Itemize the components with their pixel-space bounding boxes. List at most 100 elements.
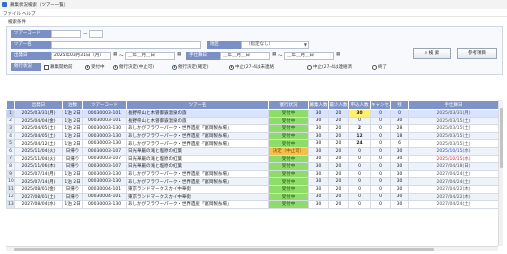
cell-waitlist: 0 xyxy=(370,116,391,126)
cell-due-date: 2025/10/15(水) xyxy=(408,146,499,156)
cell-waitlist: 0 xyxy=(370,184,391,194)
cell-tour-code: 00030003-101 xyxy=(82,109,127,118)
cell-minimum: 20 xyxy=(328,177,349,186)
cell-tour-name: 日光華厳の滝と塩原の紅葉 xyxy=(126,146,269,156)
table-row[interactable]: 11 2025/08/01(金) 日帰り 00030004-101 東京ランドマークスカ… xyxy=(6,184,499,194)
calendar-icon[interactable]: ▦ xyxy=(336,52,341,58)
cell-depart-date: 2025/11/04(火) xyxy=(14,154,63,164)
table-row[interactable]: 10 2025/07/14(月) 1泊 2日 00030003-130 あしかがフラワー… xyxy=(6,177,499,186)
menu-file[interactable]: ファイル xyxy=(3,11,21,17)
table-row[interactable]: 4 2025/04/05(土) 1泊 2日 00030003-130 あしかがフラワーパ… xyxy=(6,131,499,141)
cell-tour-name: あしかがフラワーパーク・世界遺産「富岡製糸場」 xyxy=(126,124,269,133)
cell-tour-name: 長野県山と木曽御嶽温泉の旅 xyxy=(126,116,269,126)
col-header-capacity[interactable]: 募集人数 xyxy=(308,100,329,110)
tour-code-input-2[interactable] xyxy=(89,30,103,38)
cell-capacity: 30 xyxy=(308,200,329,209)
status-option-radio[interactable] xyxy=(307,64,312,70)
depart-to-input[interactable]: ＿年＿月＿日 xyxy=(125,52,175,60)
scroll-thumb[interactable] xyxy=(500,108,503,168)
table-row[interactable]: 8 2025/11/06(木) 日帰り 00030003-107 日光華厳の滝と塩原の紅… xyxy=(6,162,499,171)
cell-remaining: 30 xyxy=(390,154,409,164)
cell-applied: 0 xyxy=(348,116,371,126)
col-header-status[interactable]: 催行状況 xyxy=(268,100,309,110)
table-row[interactable]: 1 2025/03/31(月) 1泊 2日 00030003-101 長野県山と木曽御嶽… xyxy=(6,109,499,118)
status-option-radio[interactable] xyxy=(372,64,377,70)
col-header-minimum[interactable]: 最少人数 xyxy=(328,100,349,110)
cell-tour-code: 00030003-130 xyxy=(82,131,127,141)
search-button-label: 検 索 xyxy=(428,51,440,56)
tour-name-input[interactable] xyxy=(51,41,201,49)
scroll-thumb[interactable] xyxy=(14,248,434,251)
status-option-radio[interactable] xyxy=(113,64,118,70)
status-option-label: 催行決定(確定) xyxy=(178,65,209,70)
cell-tour-name: あしかがフラワーパーク・世界遺産「富岡製糸場」 xyxy=(126,131,269,141)
cell-applied: 0 xyxy=(348,177,371,186)
cell-tour-code: 00030003-130 xyxy=(82,177,127,186)
table-row[interactable]: 2 2025/04/04(金) 1泊 2日 00030003-101 長野県山と木曽御嶽… xyxy=(6,116,499,126)
status-label: 催行状況 xyxy=(11,63,41,71)
cell-applied: 0 xyxy=(348,154,371,164)
table-row[interactable]: 3 2025/04/05(土) 1泊 2日 00030003-130 あしかがフラワーパ… xyxy=(6,124,499,133)
tour-name-label: ツアー名 xyxy=(11,41,51,49)
cell-remaining: 30 xyxy=(390,162,409,171)
status-option-radio[interactable] xyxy=(172,64,177,70)
table-row[interactable]: 13 2027/08/04(水) 1泊 2日 00030003-130 あしかがフラワー… xyxy=(6,200,499,209)
col-header-rownum[interactable] xyxy=(6,100,15,110)
app-icon xyxy=(2,2,7,7)
status-option-label: 終了 xyxy=(378,65,387,70)
tour-code-label: ツアーコード xyxy=(11,30,51,38)
status-option-checkbox[interactable] xyxy=(44,64,49,70)
cell-minimum: 20 xyxy=(328,162,349,171)
region-select[interactable]: （指定なし） ▼ xyxy=(241,41,309,49)
due-from-input[interactable]: ＿年＿月＿日 xyxy=(220,52,270,60)
menu-bar: ファイル ヘルプ xyxy=(0,9,507,17)
cell-nights: 日帰り xyxy=(62,184,83,194)
calendar-icon[interactable]: ▦ xyxy=(113,52,118,58)
row-number: 2 xyxy=(6,116,15,126)
reference-button[interactable]: 参考項目 xyxy=(457,48,497,59)
cell-minimum: 20 xyxy=(328,200,349,209)
menu-help[interactable]: ヘルプ xyxy=(22,11,36,17)
col-header-tour-name[interactable]: ツアー名 xyxy=(126,100,269,110)
cell-capacity: 30 xyxy=(308,169,329,179)
col-header-waitlist[interactable]: キャンセル待ち xyxy=(370,100,391,110)
table-row[interactable]: 6 2025/11/04(火) 日帰り 00030003-107 日光華厳の滝と塩原の紅… xyxy=(6,146,499,156)
cell-remaining: 28 xyxy=(390,124,409,133)
col-header-nights[interactable]: 泊数 xyxy=(62,100,83,110)
search-button[interactable]: ⌕ 検 索 xyxy=(413,48,451,59)
calendar-icon[interactable]: ▦ xyxy=(177,52,182,58)
cell-depart-date: 2027/08/04(水) xyxy=(14,200,63,209)
col-header-due-date[interactable]: 手仕舞日 xyxy=(408,100,499,110)
cell-minimum: 20 xyxy=(328,139,349,148)
cell-status: 受付中 xyxy=(268,154,309,164)
tour-code-input-1[interactable] xyxy=(51,30,81,38)
col-header-depart-date[interactable]: 出発日 xyxy=(14,100,63,110)
table-row[interactable]: 5 2025/04/12(土) 1泊 2日 00030003-130 あしかがフラワーパ… xyxy=(6,139,499,148)
status-option-radio[interactable] xyxy=(85,64,90,70)
row-number: 9 xyxy=(6,169,15,179)
cell-tour-name: 日光華厳の滝と塩原の紅葉 xyxy=(126,162,269,171)
depart-from-input[interactable]: 2025年03月31日（月） xyxy=(51,52,111,60)
col-header-tour-code[interactable]: ツアーコード xyxy=(82,100,127,110)
cell-waitlist: 0 xyxy=(370,177,391,186)
cell-capacity: 30 xyxy=(308,192,329,202)
table-row[interactable]: 12 2027/08/01(土) 日帰り 00030004-101 東京ランドマークスカ… xyxy=(6,192,499,202)
cell-due-date: 2027/04/24(土) xyxy=(408,169,499,179)
tour-code-separator: ー xyxy=(83,32,88,37)
due-to-input[interactable]: ＿年＿月＿日 xyxy=(284,52,334,60)
status-option-radio[interactable] xyxy=(229,64,234,70)
cell-due-date: 2027/04/24(土) xyxy=(408,200,499,209)
table-row[interactable]: 9 2025/07/14(月) 1泊 2日 00030003-130 あしかがフラワーパ… xyxy=(6,169,499,179)
col-header-remaining[interactable]: 残 xyxy=(390,100,409,110)
col-header-applied[interactable]: 申込人数 xyxy=(348,100,371,110)
cell-due-date: 2027/04/22(木) xyxy=(408,184,499,194)
cell-remaining: 30 xyxy=(390,200,409,209)
cell-capacity: 30 xyxy=(308,162,329,171)
depart-date-label: 出発日 xyxy=(11,52,51,60)
reference-button-label: 参考項目 xyxy=(468,51,486,56)
vertical-scrollbar[interactable] xyxy=(498,100,503,246)
calendar-icon[interactable]: ▦ xyxy=(272,52,277,58)
horizontal-scrollbar[interactable] xyxy=(6,246,498,251)
table-row[interactable]: 7 2025/11/04(火) 日帰り 00030003-107 日光華厳の滝と塩原の紅… xyxy=(6,154,499,164)
cell-depart-date: 2025/04/05(土) xyxy=(14,124,63,133)
